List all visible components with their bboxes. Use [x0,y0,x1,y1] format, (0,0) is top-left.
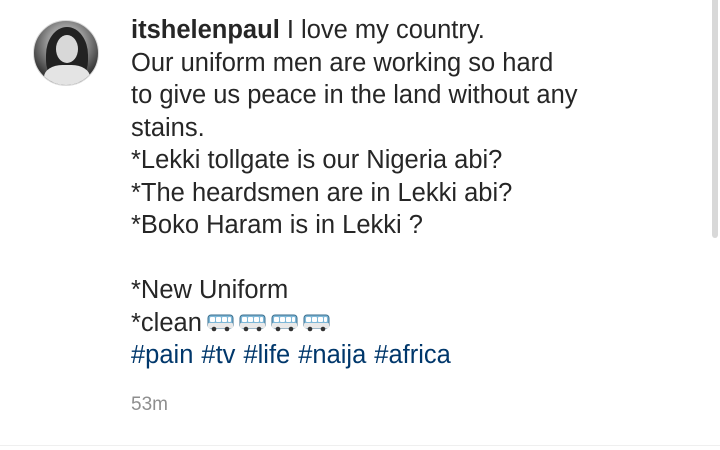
bus-emoji-row [202,309,330,337]
avatar[interactable] [33,20,99,86]
hashtag-link[interactable]: #africa [374,341,451,369]
hashtag-link[interactable]: #naija [298,341,366,369]
bus-icon [239,314,266,332]
bus-icon [271,314,298,332]
avatar-face [56,35,78,63]
username-link[interactable]: itshelenpaul [131,16,280,44]
hashtag-link[interactable]: #pain [131,341,193,369]
caption-line-1: itshelenpaul I love my country. [131,14,691,47]
timestamp: 53m [131,394,168,415]
caption-line-4: stains. [131,113,205,142]
caption-line-6: *The heardsmen are in Lekki abi? [131,178,513,207]
caption-line-9: *New Uniform [131,276,289,304]
bus-icon [207,314,234,332]
hashtag-link[interactable]: #tv [201,341,235,369]
caption-clean-text: *clean [131,308,202,337]
hashtag-link[interactable]: #life [243,341,290,369]
bus-icon [303,314,330,332]
caption-text: I love my country. [286,16,485,44]
caption: itshelenpaul I love my country. Our unif… [131,14,691,372]
hashtag-row: #pain #tv #life #naija #africa [131,339,691,372]
caption-line-7: *Boko Haram is in Lekki ? [131,211,423,239]
caption-line-2: Our uniform men are working so hard [131,48,554,77]
caption-line-10: *clean [131,307,691,340]
comment-item: itshelenpaul I love my country. Our unif… [0,0,720,450]
caption-line-3: to give us peace in the land without any [131,81,578,109]
divider [0,445,720,446]
scrollbar[interactable] [712,0,718,238]
avatar-body [44,65,90,85]
caption-line-5: *Lekki tollgate is our Nigeria abi? [131,146,503,174]
